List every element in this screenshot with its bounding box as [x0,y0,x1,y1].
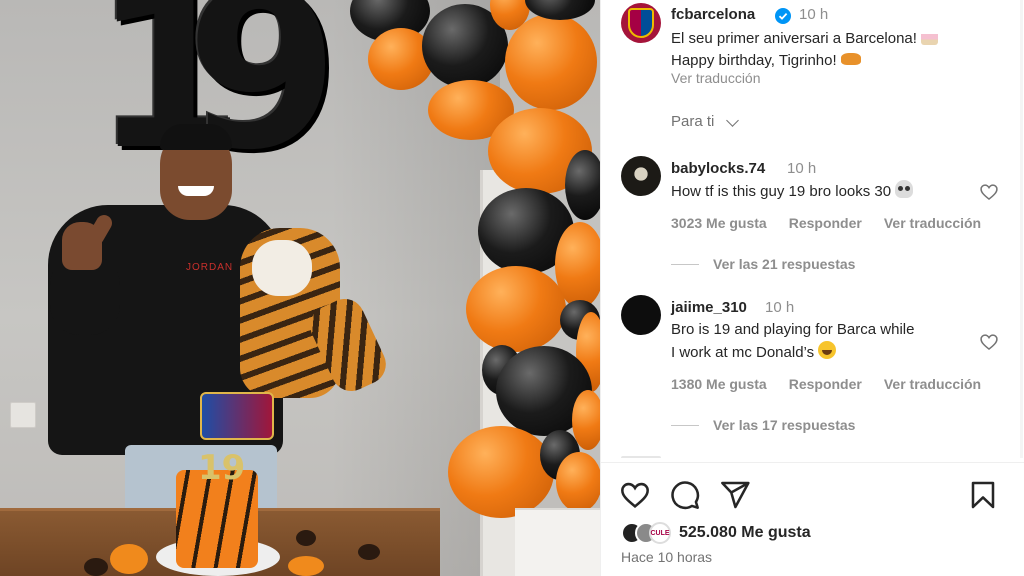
comment-sort-toggle[interactable]: Para ti [671,113,714,130]
verified-badge-icon [775,8,791,24]
chevron-down-icon[interactable] [726,114,739,127]
liker-avatar-badge: CULE [649,522,671,544]
likes-summary[interactable]: CULE 525.080 Me gusta [621,521,811,545]
person-hair [160,124,232,150]
comment-text: How tf is this guy 19 bro looks 30 [671,180,1001,203]
comments-scroll-area[interactable]: fcbarcelona 10 h El seu primer aniversar… [601,0,1024,458]
comment-time-ago[interactable]: 10 h [787,160,816,177]
comment-time-ago[interactable]: 10 h [765,299,794,316]
comment-username[interactable]: jaiime_310 [671,299,747,316]
view-replies-button[interactable]: Ver las 21 respuestas [713,256,855,272]
comment-likes[interactable]: 1380 Me gusta [671,376,767,392]
comment-like-heart-icon[interactable] [979,332,999,352]
comment-translate-link[interactable]: Ver traducción [884,376,981,392]
comment-like-heart-icon[interactable] [979,182,999,202]
comment-avatar[interactable] [621,156,661,196]
chocolate-truffle [84,558,108,576]
tiger-emoji-icon [840,53,861,65]
cupcake [288,556,324,576]
chocolate-truffle [296,530,316,546]
next-comment-peek [621,456,661,458]
reply-button[interactable]: Responder [789,215,862,231]
fcbarcelona-avatar[interactable] [621,3,661,43]
comment-text-line-1: Bro is 19 and playing for Barca while [671,321,915,338]
caption-line-2: Happy birthday, Tigrinho! [671,50,1001,72]
birthday-cake-emoji-icon [920,27,938,45]
post-author-username[interactable]: fcbarcelona [671,6,755,23]
comment-icon[interactable] [669,479,701,511]
comment-translate-link[interactable]: Ver traducción [884,215,981,231]
comment-likes[interactable]: 3023 Me gusta [671,215,767,231]
light-switch [10,402,36,428]
posted-time[interactable]: Hace 10 horas [621,549,712,565]
comment-meta: 3023 Me gusta Responder Ver traducción [671,215,1003,231]
comment-meta: 1380 Me gusta Responder Ver traducción [671,376,1003,392]
reply-button[interactable]: Responder [789,376,862,392]
likes-count[interactable]: 525.080 Me gusta [679,524,811,542]
comment-text: Bro is 19 and playing for Barca while I … [671,319,1001,364]
comment-text-line-2: I work at mc Donald’s [671,341,1001,364]
heart-icon[interactable] [619,479,651,511]
cupcake [110,544,148,574]
comment-username[interactable]: babylocks.74 [671,160,765,177]
post-photo[interactable]: 1 9 JORDAN 19 [0,0,600,576]
post-action-bar: CULE 525.080 Me gusta Hace 10 horas [601,462,1024,576]
post-sidebar: fcbarcelona 10 h El seu primer aniversar… [600,0,1024,576]
comment-avatar[interactable] [621,295,661,335]
post-time-ago[interactable]: 10 h [799,6,828,23]
replies-divider [671,264,699,265]
caption-line-1: El seu primer aniversari a Barcelona! [671,27,1001,50]
cake-photo-topper [200,392,274,440]
fcb-crest-icon [628,8,654,38]
skull-emoji-icon [895,180,914,198]
tiger-plush-face [252,240,312,296]
tears-of-joy-emoji-icon [818,341,837,359]
hoodie-print: JORDAN [186,262,234,273]
replies-divider [671,425,699,426]
chocolate-truffle [358,544,380,560]
view-replies-button[interactable]: Ver las 17 respuestas [713,417,855,433]
see-translation-link[interactable]: Ver traducción [671,70,761,86]
cake-number-candle: 19 [198,448,246,488]
bookmark-icon[interactable] [967,479,999,511]
share-icon[interactable] [719,479,751,511]
white-counter [515,508,600,576]
post-caption: El seu primer aniversari a Barcelona! Ha… [671,27,1001,72]
person-smile [178,186,214,196]
